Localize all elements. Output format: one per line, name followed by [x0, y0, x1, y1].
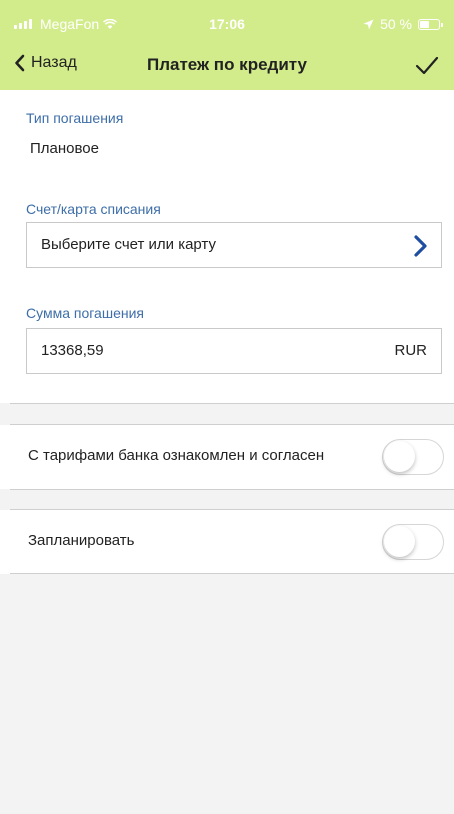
chevron-right-icon	[414, 235, 427, 257]
repayment-type-value: Плановое	[30, 140, 99, 157]
debit-account-label: Счет/карта списания	[26, 201, 161, 217]
schedule-label: Запланировать	[28, 532, 135, 549]
toggle-knob	[384, 526, 415, 557]
schedule-toggle[interactable]	[382, 524, 444, 560]
divider	[10, 403, 454, 404]
agree-tariffs-toggle[interactable]	[382, 439, 444, 475]
debit-account-selector[interactable]: Выберите счет или карту	[26, 222, 442, 268]
repayment-type-label: Тип погашения	[26, 110, 124, 126]
payment-form: Тип погашения Плановое Счет/карта списан…	[0, 90, 454, 403]
debit-account-placeholder: Выберите счет или карту	[41, 236, 216, 253]
section-gap	[0, 490, 454, 509]
currency-code: RUR	[394, 342, 428, 359]
repayment-amount-field[interactable]: 13368,59 RUR	[26, 328, 442, 374]
toggle-knob	[384, 441, 415, 472]
checkmark-icon[interactable]	[414, 52, 440, 78]
navigation-bar: Назад Платеж по кредиту	[0, 44, 454, 90]
agree-tariffs-label: С тарифами банка ознакомлен и согласен	[28, 447, 325, 464]
schedule-row: Запланировать	[0, 510, 454, 574]
top-bar: MegaFon 17:06 50 % Назад Платеж по креди…	[0, 0, 454, 90]
repayment-amount-value: 13368,59	[41, 342, 104, 359]
battery-icon	[418, 18, 443, 30]
location-icon	[363, 19, 374, 29]
battery-percent: 50 %	[380, 16, 412, 32]
status-right: 50 %	[363, 16, 443, 32]
section-gap	[0, 403, 454, 424]
status-bar: MegaFon 17:06 50 %	[0, 0, 454, 44]
page-title: Платеж по кредиту	[147, 55, 307, 74]
divider	[10, 573, 454, 574]
agree-tariffs-row: С тарифами банка ознакомлен и согласен	[0, 425, 454, 489]
repayment-amount-label: Сумма погашения	[26, 305, 144, 321]
